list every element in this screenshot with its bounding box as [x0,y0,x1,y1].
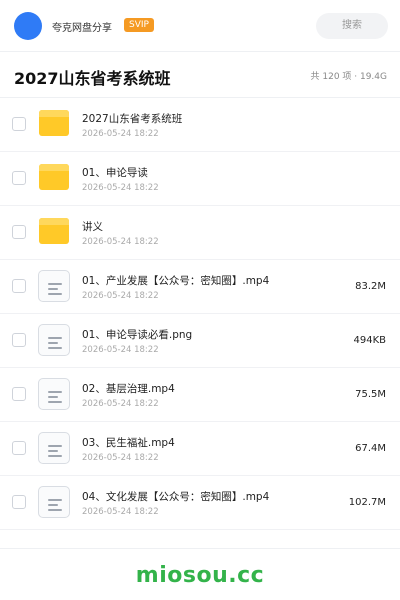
folder-icon [39,218,69,244]
file-row[interactable]: 讲义 2026-05-24 18:22 [0,206,400,260]
file-date: 2026-05-24 18:22 [82,507,159,517]
file-row[interactable]: 2027山东省考系统班 2026-05-24 18:22 [0,98,400,152]
document-icon [38,324,70,356]
avatar[interactable] [14,12,42,40]
file-date: 2026-05-24 18:22 [82,183,159,193]
row-checkbox[interactable] [12,495,26,509]
folder-header: 2027山东省考系统班 共 120 项 · 19.4G [0,52,400,98]
folder-icon [39,110,69,136]
file-date: 2026-05-24 18:22 [82,129,159,139]
file-name[interactable]: 03、民生福祉.mp4 [82,435,175,450]
footer: miosou.cc [0,548,400,600]
username: 夸克网盘分享 [52,23,112,34]
file-name[interactable]: 04、文化发展【公众号：密知圈】.mp4 [82,489,269,504]
row-checkbox[interactable] [12,279,26,293]
file-name[interactable]: 01、产业发展【公众号：密知圈】.mp4 [82,273,269,288]
document-icon [38,432,70,464]
page-title: 2027山东省考系统班 [14,69,171,88]
search-input[interactable]: 搜索 [316,13,388,39]
file-row[interactable]: 03、民生福祉.mp4 2026-05-24 18:22 67.4M [0,422,400,476]
row-checkbox[interactable] [12,225,26,239]
file-size: 75.5M [355,389,386,400]
file-date: 2026-05-24 18:22 [82,291,159,301]
row-checkbox[interactable] [12,333,26,347]
file-size: 83.2M [355,281,386,292]
file-row[interactable]: 02、基层治理.mp4 2026-05-24 18:22 75.5M [0,368,400,422]
file-name[interactable]: 2027山东省考系统班 [82,111,182,126]
top-bar: 夸克网盘分享 SVIP 搜索 [0,0,400,52]
row-checkbox[interactable] [12,171,26,185]
file-name[interactable]: 01、申论导读必看.png [82,327,192,342]
file-list: 2027山东省考系统班 2026-05-24 18:22 01、申论导读 2026-0… [0,98,400,530]
document-icon [38,486,70,518]
document-icon [38,378,70,410]
file-size: 102.7M [348,497,386,508]
file-size: 494KB [353,335,386,346]
file-date: 2026-05-24 18:22 [82,345,159,355]
file-date: 2026-05-24 18:22 [82,399,159,409]
file-row[interactable]: 01、产业发展【公众号：密知圈】.mp4 2026-05-24 18:22 83.2… [0,260,400,314]
document-icon [38,270,70,302]
file-size: 67.4M [355,443,386,454]
file-name[interactable]: 讲义 [82,219,103,234]
file-row[interactable]: 01、申论导读 2026-05-24 18:22 [0,152,400,206]
file-date: 2026-05-24 18:22 [82,237,159,247]
file-name[interactable]: 01、申论导读 [82,165,148,180]
file-name[interactable]: 02、基层治理.mp4 [82,381,175,396]
file-row[interactable]: 04、文化发展【公众号：密知圈】.mp4 2026-05-24 18:22 102.… [0,476,400,530]
row-checkbox[interactable] [12,117,26,131]
file-row[interactable]: 01、申论导读必看.png 2026-05-24 18:22 494KB [0,314,400,368]
row-checkbox[interactable] [12,441,26,455]
svip-badge: SVIP [124,18,154,32]
file-date: 2026-05-24 18:22 [82,453,159,463]
row-checkbox[interactable] [12,387,26,401]
watermark-logo: miosou.cc [135,563,265,588]
folder-icon [39,164,69,190]
folder-summary: 共 120 项 · 19.4G [310,72,388,82]
